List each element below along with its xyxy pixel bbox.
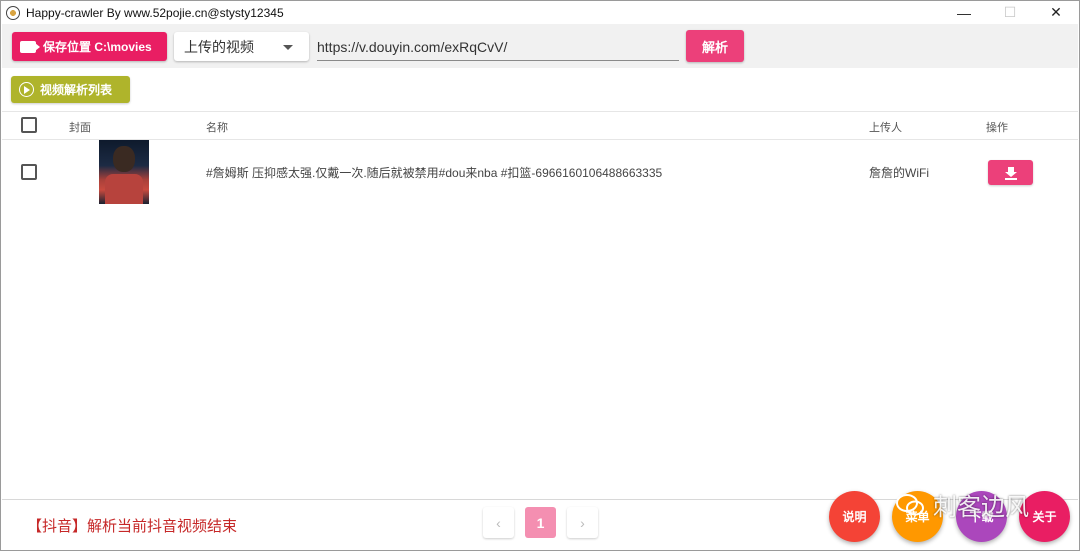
video-type-value: 上传的视频 (184, 38, 254, 55)
select-all-checkbox[interactable] (21, 117, 37, 133)
title-bar: Happy-crawler By www.52pojie.cn@stysty12… (1, 1, 1079, 24)
table-row: #詹姆斯 压抑感太强.仅戴一次.随后就被禁用#dou来nba #扣篮-69661… (2, 140, 1078, 205)
pagination: ‹ 1 › (483, 507, 598, 538)
window-title: Happy-crawler By www.52pojie.cn@stysty12… (26, 5, 284, 20)
close-button[interactable]: ✕ (1033, 1, 1079, 24)
parse-button[interactable]: 解析 (686, 30, 744, 62)
table-header: 封面 名称 上传人 操作 (2, 111, 1078, 140)
window-controls: — ☐ ✕ (941, 1, 1079, 24)
download-button[interactable] (988, 160, 1033, 185)
column-header-action: 操作 (986, 122, 1008, 134)
toolbar: 保存位置 C:\movies 上传的视频 解析 (2, 24, 1078, 68)
next-page-button[interactable]: › (567, 507, 598, 538)
video-uploader: 詹詹的WiFi (869, 166, 929, 180)
dropdown-arrow-icon (283, 45, 293, 50)
minimize-button[interactable]: — (941, 1, 987, 24)
row-checkbox[interactable] (21, 164, 37, 180)
video-name: #詹姆斯 压抑感太强.仅戴一次.随后就被禁用#dou来nba #扣篮-69661… (206, 166, 663, 180)
video-list-button[interactable]: 视频解析列表 (11, 76, 130, 103)
column-header-cover: 封面 (69, 122, 91, 134)
save-location-label: 保存位置 C:\movies (43, 40, 152, 54)
play-circle-icon (19, 82, 34, 97)
prev-page-button[interactable]: ‹ (483, 507, 514, 538)
watermark-text: 刺客边风 (933, 494, 1029, 521)
maximize-button[interactable]: ☐ (987, 1, 1033, 24)
download-icon (1004, 166, 1017, 180)
wechat-icon (896, 493, 924, 515)
app-logo-icon (6, 5, 20, 20)
column-header-uploader: 上传人 (869, 122, 902, 134)
column-header-name: 名称 (206, 122, 228, 134)
status-message: 【抖音】解析当前抖音视频结束 (27, 518, 238, 535)
video-cover-thumbnail (99, 140, 149, 204)
save-location-button[interactable]: 保存位置 C:\movies (12, 32, 167, 61)
video-type-select[interactable]: 上传的视频 (174, 32, 309, 61)
video-list-label: 视频解析列表 (40, 83, 113, 97)
watermark: 刺客边风 (895, 487, 1029, 522)
url-input[interactable] (317, 33, 679, 61)
video-camera-icon (20, 40, 40, 53)
page-1-button[interactable]: 1 (525, 507, 556, 538)
help-fab-button[interactable]: 说明 (829, 491, 880, 542)
app-window: Happy-crawler By www.52pojie.cn@stysty12… (0, 0, 1080, 551)
